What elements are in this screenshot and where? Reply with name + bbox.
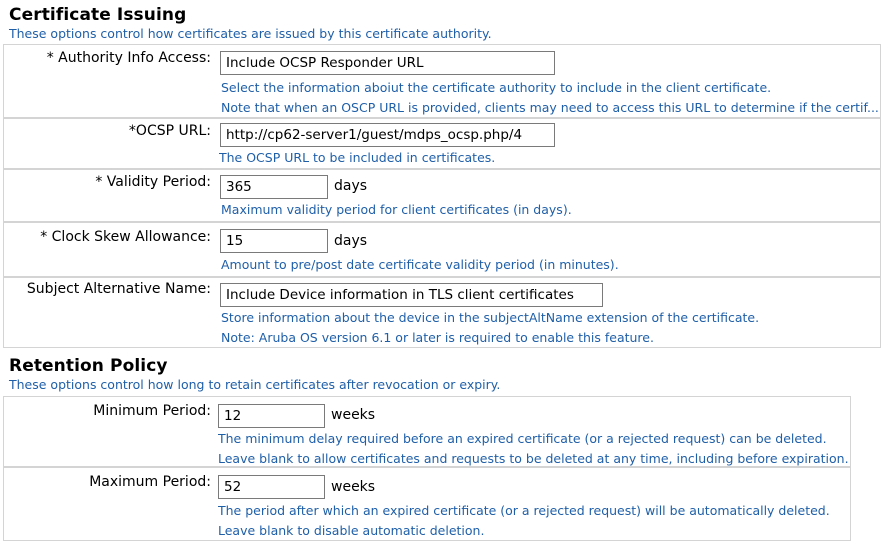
- authority-info-access-select[interactable]: [220, 51, 555, 75]
- validity-period-unit: days: [334, 178, 368, 194]
- subject-alt-name-note: Note: Aruba OS version 6.1 or later is r…: [221, 330, 654, 345]
- validity-period-row: * Validity Period: days Maximum validity…: [3, 169, 881, 222]
- minimum-period-input[interactable]: [218, 404, 325, 428]
- clock-skew-label: * Clock Skew Allowance:: [40, 229, 211, 245]
- subject-alt-name-label: Subject Alternative Name:: [26, 281, 211, 297]
- maximum-period-row: Maximum Period: weeks The period after w…: [3, 467, 851, 541]
- issuing-section-title: Certificate Issuing: [9, 5, 187, 25]
- retention-section-description: These options control how long to retain…: [9, 377, 501, 392]
- retention-section-title: Retention Policy: [9, 356, 168, 376]
- minimum-period-hint: The minimum delay required before an exp…: [218, 431, 827, 446]
- authority-info-access-hint: Select the information aboiut the certif…: [221, 80, 772, 95]
- minimum-period-label: Minimum Period:: [93, 403, 211, 419]
- maximum-period-label: Maximum Period:: [89, 474, 211, 490]
- authority-info-access-row: * Authority Info Access: Select the info…: [3, 44, 881, 118]
- authority-info-access-note: Note that when an OSCP URL is provided, …: [221, 100, 879, 115]
- ocsp-url-input[interactable]: [220, 123, 555, 147]
- clock-skew-unit: days: [334, 233, 368, 249]
- ocsp-url-row: *OCSP URL: The OCSP URL to be included i…: [3, 118, 881, 169]
- issuing-section-description: These options control how certificates a…: [9, 26, 492, 41]
- minimum-period-note: Leave blank to allow certificates and re…: [218, 451, 849, 466]
- ocsp-url-hint: The OCSP URL to be included in certifica…: [219, 150, 496, 165]
- minimum-period-row: Minimum Period: weeks The minimum delay …: [3, 396, 851, 467]
- clock-skew-input[interactable]: [220, 229, 328, 253]
- minimum-period-unit: weeks: [331, 407, 376, 423]
- clock-skew-hint: Amount to pre/post date certificate vali…: [221, 257, 619, 272]
- subject-alt-name-hint: Store information about the device in th…: [221, 310, 760, 325]
- subject-alt-name-select[interactable]: [220, 283, 603, 307]
- maximum-period-hint: The period after which an expired certif…: [218, 503, 830, 518]
- validity-period-hint: Maximum validity period for client certi…: [221, 202, 572, 217]
- maximum-period-input[interactable]: [218, 475, 325, 499]
- clock-skew-row: * Clock Skew Allowance: days Amount to p…: [3, 222, 881, 277]
- authority-info-access-label: * Authority Info Access:: [46, 50, 211, 66]
- ocsp-url-label: *OCSP URL:: [128, 123, 211, 139]
- validity-period-label: * Validity Period:: [95, 174, 211, 190]
- validity-period-input[interactable]: [220, 175, 328, 199]
- subject-alt-name-row: Subject Alternative Name: Store informat…: [3, 277, 881, 348]
- maximum-period-note: Leave blank to disable automatic deletio…: [218, 523, 485, 538]
- maximum-period-unit: weeks: [331, 479, 376, 495]
